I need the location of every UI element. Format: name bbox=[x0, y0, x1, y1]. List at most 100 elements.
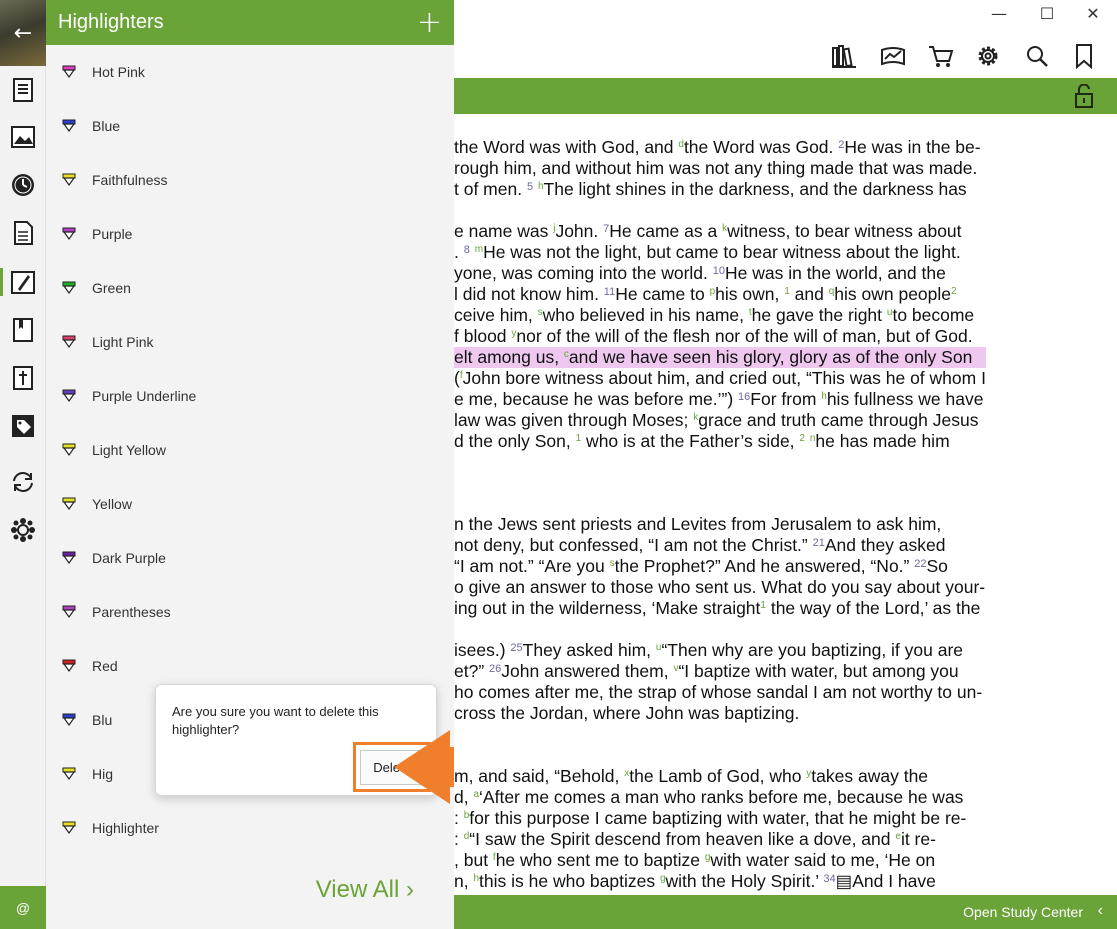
highlighter-item[interactable]: Light Pink bbox=[46, 315, 454, 369]
highlighter-item[interactable]: Green bbox=[46, 261, 454, 315]
bible-cross-icon bbox=[13, 366, 33, 390]
maximize-button[interactable]: ☐ bbox=[1032, 4, 1062, 24]
highlighter-item[interactable]: Blue bbox=[46, 99, 454, 153]
view-all-link[interactable]: View All › bbox=[316, 876, 414, 904]
bookmark-button[interactable] bbox=[1070, 42, 1098, 70]
panel-title: Highlighters bbox=[58, 11, 164, 33]
highlighter-item[interactable]: Purple Underline bbox=[46, 369, 454, 423]
highlighter-label: Light Yellow bbox=[92, 442, 166, 458]
minimize-button[interactable]: — bbox=[984, 4, 1014, 24]
book-icon bbox=[13, 318, 33, 342]
text-line: et?” 26John answered them, v“I baptize w… bbox=[454, 661, 959, 681]
highlighter-marker-icon bbox=[62, 173, 76, 187]
title-bar: — ☐ ✕ bbox=[454, 0, 1117, 30]
highlighter-item[interactable]: Highlighter bbox=[46, 801, 454, 855]
text-line: m, and said, “Behold, xthe Lamb of God, … bbox=[454, 766, 929, 786]
highlighter-item[interactable]: Yellow bbox=[46, 477, 454, 531]
text-line: law was given through Moses; kgrace and … bbox=[454, 410, 979, 430]
rail-page-button[interactable] bbox=[0, 211, 46, 255]
reading-plans-button[interactable] bbox=[879, 42, 907, 70]
chart-book-icon bbox=[881, 47, 905, 66]
highlighter-item[interactable]: Parentheses bbox=[46, 585, 454, 639]
highlighter-marker-icon bbox=[62, 605, 76, 619]
highlighter-item[interactable]: Hot Pink bbox=[46, 45, 454, 99]
rail-tags-button[interactable] bbox=[0, 404, 46, 448]
highlighter-item[interactable]: Light Yellow bbox=[46, 423, 454, 477]
text-line: t of men. 5 hThe light shines in the dar… bbox=[454, 179, 967, 199]
text-line: cross the Jordan, where John was baptizi… bbox=[454, 703, 800, 723]
highlighter-item[interactable]: Purple bbox=[46, 207, 454, 261]
settings-button[interactable] bbox=[974, 42, 1002, 70]
highlighter-marker-icon bbox=[62, 767, 76, 781]
pen-edit-icon bbox=[11, 271, 35, 294]
highlighter-label: Green bbox=[92, 280, 131, 296]
library-button[interactable] bbox=[830, 42, 858, 70]
chevron-left-icon[interactable]: ‹ bbox=[1098, 902, 1103, 920]
highlighter-marker-icon bbox=[62, 227, 76, 241]
text-line: isees.) 25They asked him, u“Then why are… bbox=[454, 640, 964, 660]
rail-notes-button[interactable] bbox=[0, 68, 46, 112]
back-button[interactable]: ← bbox=[0, 0, 46, 66]
cart-icon bbox=[929, 46, 954, 67]
text-line: rough him, and without him was not any t… bbox=[454, 158, 978, 178]
highlighter-marker-icon bbox=[62, 497, 76, 511]
highlighter-label: Dark Purple bbox=[92, 550, 166, 566]
highlighter-marker-icon bbox=[62, 281, 76, 295]
text-line: ho comes after me, the strap of whose sa… bbox=[454, 682, 983, 702]
text-line: not deny, but confessed, “I am not the C… bbox=[454, 535, 946, 555]
rail-history-button[interactable] bbox=[0, 163, 46, 207]
highlighted-line: elt among us, cand we have seen his glor… bbox=[454, 347, 987, 368]
tag-icon bbox=[12, 415, 34, 437]
page-icon bbox=[14, 221, 33, 245]
nav-rail: ← @ bbox=[0, 0, 46, 929]
text-line: f blood ynor of the will of the flesh no… bbox=[454, 326, 973, 346]
at-icon: @ bbox=[15, 899, 31, 916]
highlighter-marker-icon bbox=[62, 119, 76, 133]
toolbar bbox=[454, 34, 1117, 78]
rail-media-button[interactable] bbox=[0, 115, 46, 159]
confirm-message: Are you sure you want to delete this hig… bbox=[172, 704, 379, 737]
store-button[interactable] bbox=[927, 42, 955, 70]
text-line: e name was jJohn. 7He came as a kwitness… bbox=[454, 221, 962, 241]
bible-text-area: the Word was with God, and dthe Word was… bbox=[454, 114, 1117, 895]
close-button[interactable]: ✕ bbox=[1078, 4, 1108, 24]
highlighter-label: Hot Pink bbox=[92, 64, 145, 80]
open-study-center-button[interactable]: Open Study Center bbox=[963, 904, 1083, 920]
rail-highlighters-button[interactable] bbox=[0, 260, 46, 304]
rail-bible-button[interactable] bbox=[0, 356, 46, 400]
text-line: : bfor this purpose I came baptizing wit… bbox=[454, 808, 967, 828]
text-line: yone, was coming into the world. 10He wa… bbox=[454, 263, 946, 283]
sync-icon bbox=[13, 472, 33, 492]
rail-bookmarks-button[interactable] bbox=[0, 308, 46, 352]
rail-sync-button[interactable] bbox=[0, 460, 46, 504]
library-icon bbox=[832, 45, 856, 68]
highlighter-label: Blue bbox=[92, 118, 121, 134]
unlock-icon[interactable] bbox=[1073, 84, 1095, 108]
highlighter-marker-icon bbox=[62, 713, 76, 727]
highlighter-item[interactable]: Faithfulness bbox=[46, 153, 454, 207]
highlighter-item[interactable]: Dark Purple bbox=[46, 531, 454, 585]
add-highlighter-button[interactable]: + bbox=[417, 7, 442, 37]
bookmark-icon bbox=[1076, 44, 1092, 70]
community-icon bbox=[11, 518, 35, 542]
highlighter-marker-icon bbox=[62, 659, 76, 673]
text-line: the Word was with God, and dthe Word was… bbox=[454, 137, 981, 157]
highlighter-label: Highlighter bbox=[92, 820, 159, 836]
text-line: n the Jews sent priests and Levites from… bbox=[454, 514, 942, 534]
arrow-left-icon: ← bbox=[13, 20, 33, 46]
text-line: . 8 mHe was not the light, but came to b… bbox=[454, 242, 961, 262]
text-line: d the only Son, 1 who is at the Father’s… bbox=[454, 431, 950, 451]
text-line: , but fhe who sent me to baptize gwith w… bbox=[454, 850, 936, 870]
reader-header-bar bbox=[454, 78, 1117, 114]
text-line: o give an answer to those who sent us. W… bbox=[454, 577, 986, 597]
text-line: e me, because he was before me.’”) 16For… bbox=[454, 389, 984, 409]
image-icon bbox=[11, 126, 35, 148]
text-line: l did not know him. 11He came to phis ow… bbox=[454, 284, 957, 304]
highlighter-marker-icon bbox=[62, 821, 76, 835]
search-button[interactable] bbox=[1023, 42, 1051, 70]
account-button[interactable]: @ bbox=[0, 886, 46, 929]
rail-community-button[interactable] bbox=[0, 508, 46, 552]
highlighter-marker-icon bbox=[62, 65, 76, 79]
highlighter-marker-icon bbox=[62, 443, 76, 457]
highlighter-marker-icon bbox=[62, 389, 76, 403]
